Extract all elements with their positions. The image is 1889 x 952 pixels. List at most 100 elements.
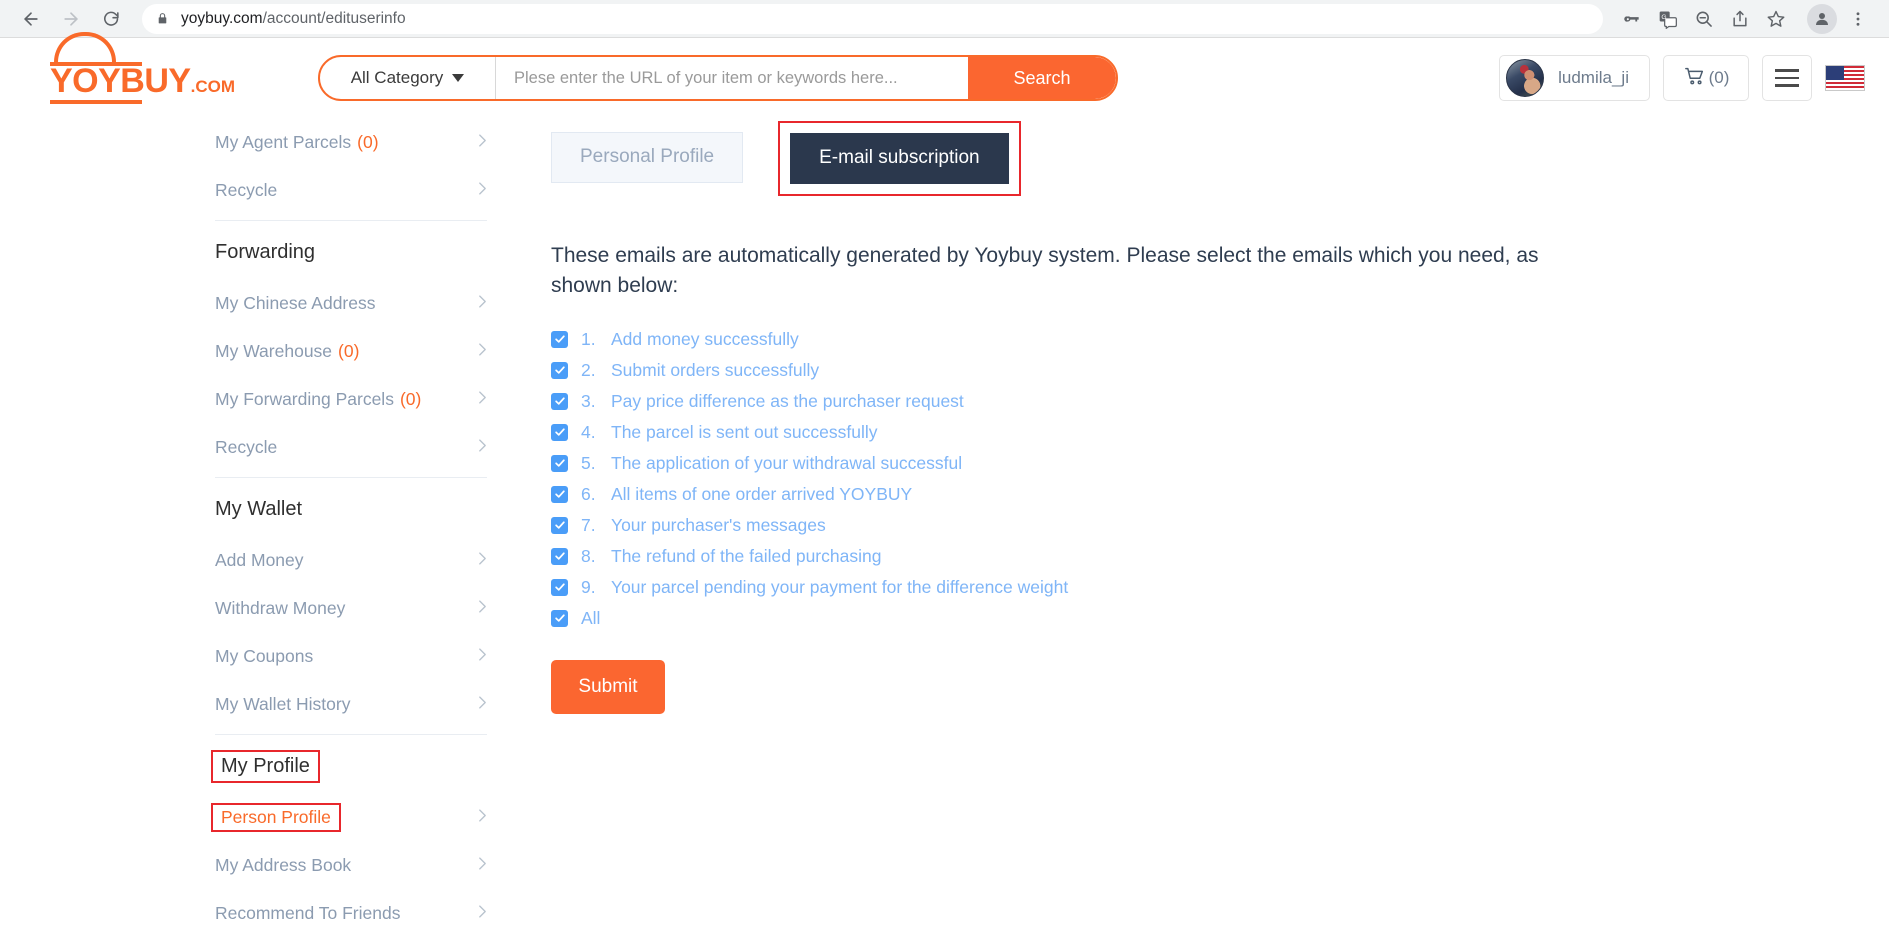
sidebar-item-my-address-book[interactable]: My Address Book (215, 841, 505, 889)
option-number: 4. (581, 421, 596, 442)
password-key-icon[interactable] (1615, 2, 1649, 36)
sidebar-item-label: My Forwarding Parcels (0) (215, 388, 422, 409)
user-account-chip[interactable]: ludmila_ji (1499, 55, 1650, 101)
browser-toolbar-icons: G (1615, 2, 1875, 36)
sidebar-item-my-agent-parcels[interactable]: My Agent Parcels (0) (215, 118, 505, 166)
checkbox-option-3[interactable] (551, 392, 568, 410)
sidebar-item-label: My Chinese Address (215, 292, 376, 313)
sidebar-item-label: Person Profile (221, 806, 331, 827)
tab-personal-profile[interactable]: Personal Profile (551, 132, 744, 183)
sidebar-item-my-wallet-history[interactable]: My Wallet History (215, 680, 505, 728)
address-bar[interactable]: yoybuy.com/account/edituserinfo (142, 3, 1603, 34)
chevron-right-icon (478, 133, 487, 151)
sidebar-item-label: My Agent Parcels (0) (215, 131, 379, 152)
option-label[interactable]: All (581, 608, 600, 629)
forward-arrow-icon[interactable] (54, 2, 88, 36)
sidebar-group-title: Forwarding (215, 240, 316, 263)
sidebar-item-label: Recycle (215, 436, 278, 457)
site-logo[interactable]: YOYBUY.COM (18, 32, 235, 104)
chevron-right-icon (478, 695, 487, 713)
sidebar-divider (215, 220, 487, 221)
us-flag-icon[interactable] (1825, 65, 1865, 91)
sidebar-item-label: My Address Book (215, 854, 352, 875)
sidebar-item-recycle[interactable]: Recycle (215, 166, 505, 214)
option-label[interactable]: Submit orders successfully (611, 360, 819, 381)
header-right-actions: ludmila_ji (0) (1499, 55, 1871, 101)
chevron-right-icon (478, 438, 487, 456)
chevron-down-icon (452, 74, 465, 82)
sidebar-item-my-forwarding-parcels[interactable]: My Forwarding Parcels (0) (215, 375, 505, 423)
option-number: 9. (581, 576, 596, 597)
checkbox-option-4[interactable] (551, 423, 568, 441)
hamburger-menu-icon[interactable] (1762, 55, 1812, 101)
option-label[interactable]: Your parcel pending your payment for the… (611, 577, 1068, 598)
option-row: 4. The parcel is sent out successfully (551, 417, 1889, 448)
category-select[interactable]: All Category (320, 57, 496, 99)
site-header: YOYBUY.COM All Category Search ludmila_j… (0, 32, 1889, 118)
sidebar-item-count: (0) (338, 340, 360, 361)
chevron-right-icon (478, 181, 487, 199)
bookmark-star-icon[interactable] (1759, 2, 1793, 36)
url-text: yoybuy.com/account/edituserinfo (181, 10, 406, 28)
option-label[interactable]: The parcel is sent out successfully (611, 422, 878, 443)
option-number: 3. (581, 390, 596, 411)
translate-icon[interactable]: G (1651, 2, 1685, 36)
sidebar-item-my-warehouse[interactable]: My Warehouse (0) (215, 327, 505, 375)
search-input[interactable] (496, 57, 968, 99)
option-row: 8. The refund of the failed purchasing (551, 541, 1889, 572)
checkbox-option-2[interactable] (551, 361, 568, 379)
checkbox-all[interactable] (551, 609, 568, 627)
chevron-right-icon (478, 342, 487, 360)
option-row: 6. All items of one order arrived YOYBUY (551, 479, 1889, 510)
annotation-box-email-tab: E-mail subscription (778, 121, 1021, 196)
sidebar-item-recycle[interactable]: Recycle (215, 423, 505, 471)
option-label[interactable]: The refund of the failed purchasing (611, 546, 881, 567)
sidebar-divider (215, 477, 487, 478)
back-arrow-icon[interactable] (14, 2, 48, 36)
sidebar-item-my-coupons[interactable]: My Coupons (215, 632, 505, 680)
account-sidebar: My Agent Parcels (0) Recycle Forwarding My C… (211, 118, 505, 952)
checkbox-option-9[interactable] (551, 578, 568, 596)
logo-basket-icon: YOYBUY.COM (26, 32, 235, 104)
option-label[interactable]: The application of your withdrawal succe… (611, 453, 962, 474)
sidebar-item-withdraw-money[interactable]: Withdraw Money (215, 584, 505, 632)
sidebar-item-label: My Coupons (215, 645, 314, 666)
more-menu-icon[interactable] (1841, 2, 1875, 36)
reload-icon[interactable] (94, 2, 128, 36)
browser-toolbar: yoybuy.com/account/edituserinfo G (0, 0, 1889, 38)
option-row: 7. Your purchaser's messages (551, 510, 1889, 541)
sidebar-item-add-money[interactable]: Add Money (215, 536, 505, 584)
search-button[interactable]: Search (968, 57, 1116, 99)
sidebar-item-recommend-to-friends[interactable]: Recommend To Friends (215, 889, 505, 937)
chevron-right-icon (478, 294, 487, 312)
main-content: Personal Profile E-mail subscription The… (505, 118, 1889, 952)
checkbox-option-8[interactable] (551, 547, 568, 565)
sidebar-divider (215, 734, 487, 735)
cart-icon (1683, 65, 1707, 92)
chevron-right-icon (478, 390, 487, 408)
category-select-label: All Category (350, 68, 444, 87)
option-label[interactable]: All items of one order arrived YOYBUY (611, 484, 912, 505)
sidebar-item-my-chinese-address[interactable]: My Chinese Address (215, 279, 505, 327)
checkbox-option-1[interactable] (551, 330, 568, 348)
zoom-out-icon[interactable] (1687, 2, 1721, 36)
cart-button[interactable]: (0) (1663, 55, 1749, 101)
option-label[interactable]: Add money successfully (611, 329, 799, 350)
sidebar-item-label: My Warehouse (0) (215, 340, 360, 361)
email-subscription-options: 1. Add money successfully 2. Submit orders … (551, 324, 1889, 634)
checkbox-option-6[interactable] (551, 485, 568, 503)
option-label[interactable]: Your purchaser's messages (611, 515, 826, 536)
profile-avatar-icon[interactable] (1805, 2, 1839, 36)
tab-email-subscription[interactable]: E-mail subscription (790, 133, 1009, 184)
option-number: 8. (581, 545, 596, 566)
submit-button[interactable]: Submit (551, 659, 665, 714)
option-label[interactable]: Pay price difference as the purchaser re… (611, 391, 964, 412)
chevron-right-icon (478, 808, 487, 826)
option-number: 1. (581, 328, 596, 349)
option-number: 6. (581, 483, 596, 504)
checkbox-option-5[interactable] (551, 454, 568, 472)
share-icon[interactable] (1723, 2, 1757, 36)
sidebar-item-count: (0) (399, 388, 422, 409)
sidebar-item-person-profile[interactable]: Person Profile (211, 793, 505, 841)
checkbox-option-7[interactable] (551, 516, 568, 534)
